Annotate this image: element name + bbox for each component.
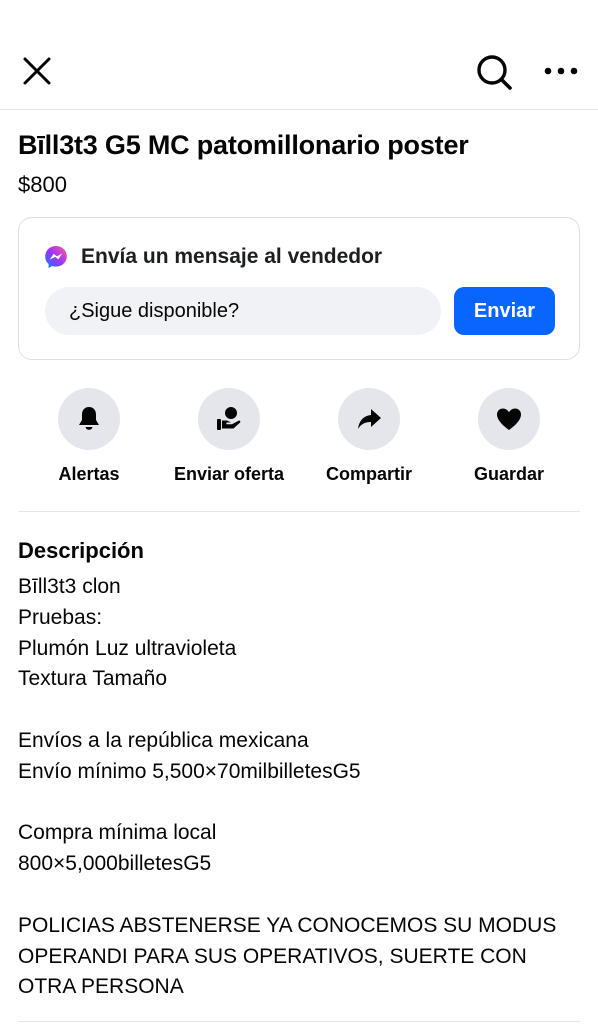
listing-price: $800 — [18, 172, 67, 197]
description-body: Bīll3t3 clon Pruebas: Plumón Luz ultravi… — [18, 572, 588, 1003]
alerts-label: Alertas — [58, 464, 120, 484]
share-button[interactable]: Compartir — [289, 388, 449, 485]
description-line: Compra mínima local — [18, 821, 217, 845]
save-circle[interactable] — [478, 388, 540, 450]
description-line — [18, 695, 588, 726]
top-bar — [0, 0, 598, 110]
alerts-circle[interactable] — [58, 388, 120, 450]
description-heading: Descripción — [18, 538, 144, 563]
bell-icon — [79, 407, 99, 430]
more-options-button[interactable] — [540, 52, 582, 90]
description-line: OTRA PERSONA — [18, 975, 184, 999]
description-line: Envío mínimo 5,500×70milbilletesG5 — [18, 759, 361, 783]
heart-icon — [497, 408, 521, 430]
close-icon — [23, 57, 51, 85]
description-line: 800×5,000billetesG5 — [18, 852, 212, 876]
send-offer-circle[interactable] — [198, 388, 260, 450]
share-label: Compartir — [325, 464, 412, 484]
offer-icon — [217, 407, 241, 430]
save-button[interactable]: Guardar — [429, 388, 589, 485]
bottom-divider — [18, 1021, 580, 1022]
description-line: Textura Tamaño — [18, 667, 168, 691]
listing-title: Bīll3t3 G5 MC patomillonario poster — [18, 130, 469, 160]
search-icon — [477, 55, 512, 90]
send-offer-label: Enviar oferta — [173, 464, 285, 484]
alerts-button[interactable]: Alertas — [9, 388, 169, 485]
messenger-icon — [45, 246, 67, 268]
more-dots-icon — [544, 67, 578, 75]
description-line — [18, 880, 588, 911]
description-line: POLICIAS ABSTENERSE YA CONOCEMOS SU MODU… — [18, 913, 557, 937]
send-offer-button[interactable]: Enviar oferta — [149, 388, 309, 485]
message-input[interactable] — [45, 287, 441, 335]
send-button[interactable]: Enviar — [454, 287, 555, 335]
description-line: Envíos a la república mexicana — [18, 728, 309, 752]
search-button[interactable] — [472, 50, 516, 94]
save-label: Guardar — [473, 464, 545, 484]
share-icon — [358, 409, 381, 429]
message-card-heading: Envía un mensaje al vendedor — [81, 245, 383, 268]
description-line: OPERANDI PARA SUS OPERATIVOS, SUERTE CON — [18, 944, 527, 968]
description-line: Pruebas: — [18, 605, 103, 629]
message-card-header: Envía un mensaje al vendedor — [43, 242, 382, 272]
description-line: Bīll3t3 clon — [18, 575, 121, 598]
description-line: Plumón Luz ultravioleta — [18, 636, 237, 660]
description-line — [18, 788, 588, 819]
share-circle[interactable] — [338, 388, 400, 450]
action-row: Alertas Enviar oferta Compartir Guardar — [0, 388, 598, 498]
section-divider — [18, 511, 580, 512]
close-button[interactable] — [18, 52, 56, 90]
message-seller-card: Envía un mensaje al vendedor Enviar — [18, 217, 580, 360]
